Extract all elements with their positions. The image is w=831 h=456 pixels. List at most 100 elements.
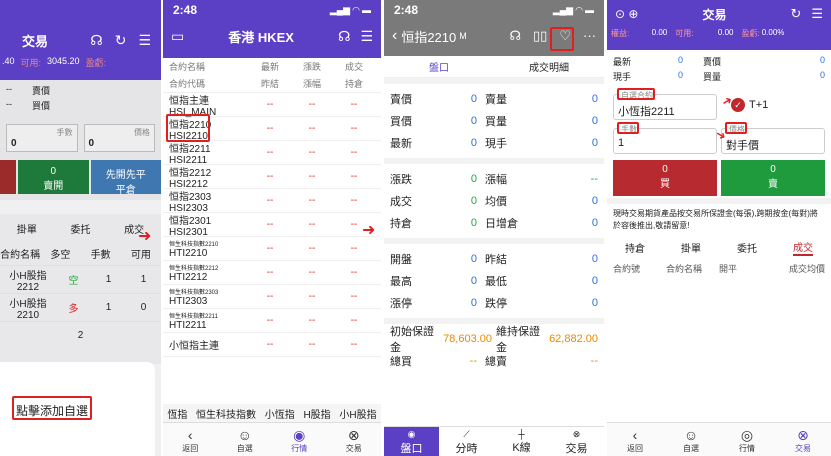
price-dash: -- (308, 99, 316, 110)
tplus-option[interactable]: ✓ T+1 (731, 98, 768, 112)
tab-back[interactable]: ‹ 返回 (163, 423, 218, 456)
contract-title: 恒指2210 (401, 29, 457, 45)
tab-market[interactable]: ◉ 行情 (272, 423, 327, 456)
sell-button[interactable]: 0賣 (721, 160, 825, 196)
buy-button[interactable]: 0買 (613, 160, 717, 196)
qty-box[interactable]: 手數 0 (6, 124, 78, 152)
tab-market[interactable]: ◎ 行情 (719, 423, 775, 456)
quote-row: 成交 0 均價 0 (390, 195, 598, 208)
tab-deal[interactable]: 成交 (793, 239, 813, 256)
market-row[interactable]: 恒指2211 HSI2211 -- -- -- (163, 141, 381, 166)
price-dash: -- (350, 195, 358, 206)
tab-pending[interactable]: 掛單 (681, 240, 701, 255)
tab-trade[interactable]: ⊗ 交易 (775, 423, 831, 456)
refresh-icon[interactable]: ↻ (790, 6, 801, 22)
tab-orderbook[interactable]: 盤口 (384, 59, 494, 74)
headset-icon[interactable]: ☊ (509, 28, 521, 44)
contract-code: HTI2303 (169, 295, 208, 307)
back-icon[interactable]: ‹ (392, 27, 397, 45)
buy-button[interactable] (0, 160, 16, 194)
tab-entrust[interactable]: 委托 (70, 221, 90, 236)
price-dash: -- (308, 291, 316, 302)
market-row[interactable]: 恒生科技指數2211 HTI2211 -- -- -- (163, 309, 381, 333)
category-hhi[interactable]: H股指 (303, 406, 330, 421)
price-box[interactable]: 價格 0 (83, 124, 155, 152)
chart-icon: ◎ (740, 427, 754, 443)
price-dash: -- (266, 243, 274, 254)
market-header: 2:48 ▂▄▆ ◠ ▬ ▭ 香港 HKEX ☊ ☰ (163, 0, 381, 58)
contract-name: 恒生科技指數2211 (169, 313, 218, 320)
price-dash: -- (308, 219, 316, 230)
back-icon: ‹ (187, 427, 193, 443)
price-dash: -- (308, 171, 316, 182)
market-row[interactable]: 小恒指主連 -- -- -- (163, 333, 381, 357)
contract-code: HTI2212 (169, 271, 208, 283)
logo-icon: ⊙ ⊕ (615, 7, 639, 21)
market-row[interactable]: 恒生科技指數2212 HTI2212 -- -- -- (163, 261, 381, 285)
quote-row: 開盤 0 昨結 0 (390, 253, 598, 266)
category-mhi[interactable]: 小恆指 (265, 406, 295, 421)
contract-name: 恒指2303 (169, 191, 212, 203)
menu-icon[interactable]: ☰ (811, 6, 823, 22)
more-icon[interactable]: ··· (583, 28, 596, 44)
trade-panel: ⊙ ⊕ 交易 ↻ ☰ 權益: 0.00 可用: 0.00 盈虧: 0.00% 最新 0 賣價… (607, 0, 831, 456)
trade-icon: ⊗ (347, 427, 360, 443)
refresh-icon[interactable]: ↻ (115, 32, 127, 49)
market-row[interactable]: 恒指2212 HSI2212 -- -- -- (163, 165, 381, 190)
compare-icon[interactable]: ▯▯ (533, 28, 547, 44)
bottom-trade[interactable]: ⊗ 交易 (549, 427, 604, 456)
price-dash: -- (308, 267, 316, 278)
close-first-button[interactable]: 先開先平 平倉 (90, 160, 161, 196)
category-hsi[interactable]: 恆指 (167, 406, 187, 421)
tab-entrust[interactable]: 委托 (737, 240, 757, 255)
back-icon: ‹ (632, 427, 638, 443)
sell-open-button[interactable]: 0 賣開 (18, 160, 89, 194)
tab-favorite[interactable]: ☺ 自選 (218, 423, 273, 456)
market-row[interactable]: 恒生科技指數2210 HTI2210 -- -- -- (163, 237, 381, 261)
price-dash: -- (350, 243, 358, 254)
price-dash: -- (266, 219, 274, 230)
face-icon: ☺ (237, 427, 252, 443)
market-row[interactable]: 恒指2301 HSI2301 -- -- -- (163, 213, 381, 238)
bottom-orderbook[interactable]: ◉ 盤口 (384, 427, 439, 456)
price-dash: -- (308, 147, 316, 158)
headset-icon[interactable]: ☊ (338, 28, 350, 45)
tab-pending[interactable]: 掛單 (17, 221, 37, 236)
market-row[interactable]: 恒生科技指數2303 HTI2303 -- -- -- (163, 285, 381, 309)
quote-row: 現手 0 買量 0 (613, 70, 825, 82)
price-dash: -- (308, 123, 316, 134)
folder-icon[interactable]: ▭ (171, 28, 184, 45)
trade-icon: ⊗ (797, 427, 809, 443)
quote-section-3: 開盤 0 昨結 0 最高 0 最低 0 漲停 0 跌停 0 (384, 238, 604, 318)
price-dash: -- (350, 291, 358, 302)
menu-icon[interactable]: ☰ (360, 28, 373, 45)
badge-m: M (459, 31, 467, 41)
table-row[interactable]: 小H股指2210 多 1 0 (0, 294, 161, 322)
price-dash: -- (308, 315, 316, 326)
market-row[interactable]: 恒指2303 HSI2303 -- -- -- (163, 189, 381, 214)
table-row[interactable]: 小H股指2212 空 1 1 (0, 266, 161, 294)
contract-name: 恒指主連 (169, 95, 209, 107)
category-mch[interactable]: 小H股指 (339, 406, 376, 421)
price-dash: -- (266, 123, 274, 134)
tab-back[interactable]: ‹ 返回 (607, 423, 663, 456)
tab-favorite[interactable]: ☺ 自選 (663, 423, 719, 456)
menu-icon[interactable]: ☰ (138, 32, 151, 49)
price-dash: -- (350, 267, 358, 278)
tab-trade-detail[interactable]: 成交明細 (494, 59, 604, 74)
price-dash: -- (266, 99, 274, 110)
arrow-right-icon: ➜ (138, 228, 152, 245)
bottom-kline[interactable]: ┼ K線 (494, 427, 549, 456)
price-dash: -- (266, 171, 274, 182)
add-favorite-popup[interactable]: 點擊添加自選 (0, 362, 155, 456)
category-hti[interactable]: 恒生科技指數 (196, 406, 256, 421)
tab-trade[interactable]: ⊗ 交易 (327, 423, 382, 456)
arrow-right-icon: ➜ (362, 222, 376, 239)
quote-section-1: 賣價 0 賣量 0 買價 0 買量 0 最新 0 現手 0 (384, 78, 604, 158)
price-dash: -- (350, 171, 358, 182)
contract-name: 恒生科技指數2303 (169, 289, 219, 296)
headset-icon[interactable]: ☊ (90, 32, 102, 49)
price-dash: -- (266, 147, 274, 158)
bottom-timeshare[interactable]: ⟋ 分時 (439, 427, 494, 456)
tab-position[interactable]: 持倉 (625, 240, 645, 255)
